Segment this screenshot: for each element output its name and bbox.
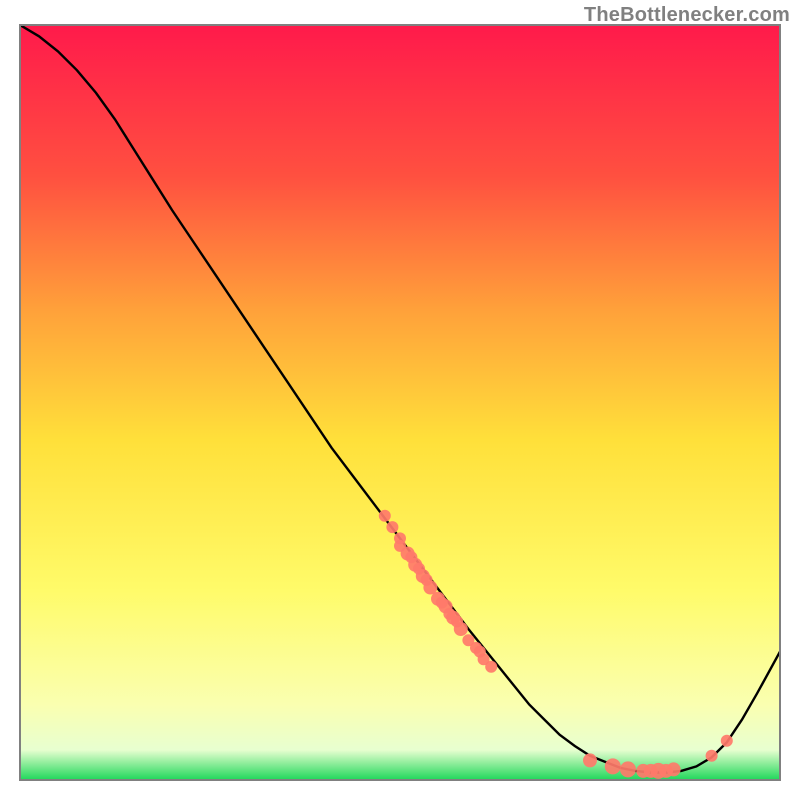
data-point bbox=[706, 750, 718, 762]
data-point bbox=[667, 762, 681, 776]
watermark-label: TheBottlenecker.com bbox=[584, 4, 790, 27]
chart-svg bbox=[0, 0, 800, 800]
data-point bbox=[485, 661, 497, 673]
data-point bbox=[620, 761, 636, 777]
data-point bbox=[605, 758, 621, 774]
plot-area bbox=[20, 25, 780, 780]
gradient-background bbox=[20, 25, 780, 780]
data-point bbox=[721, 735, 733, 747]
data-point bbox=[454, 622, 468, 636]
chart-container: TheBottlenecker.com bbox=[0, 0, 800, 800]
data-point bbox=[583, 753, 597, 767]
data-point bbox=[379, 510, 391, 522]
data-point bbox=[386, 521, 398, 533]
